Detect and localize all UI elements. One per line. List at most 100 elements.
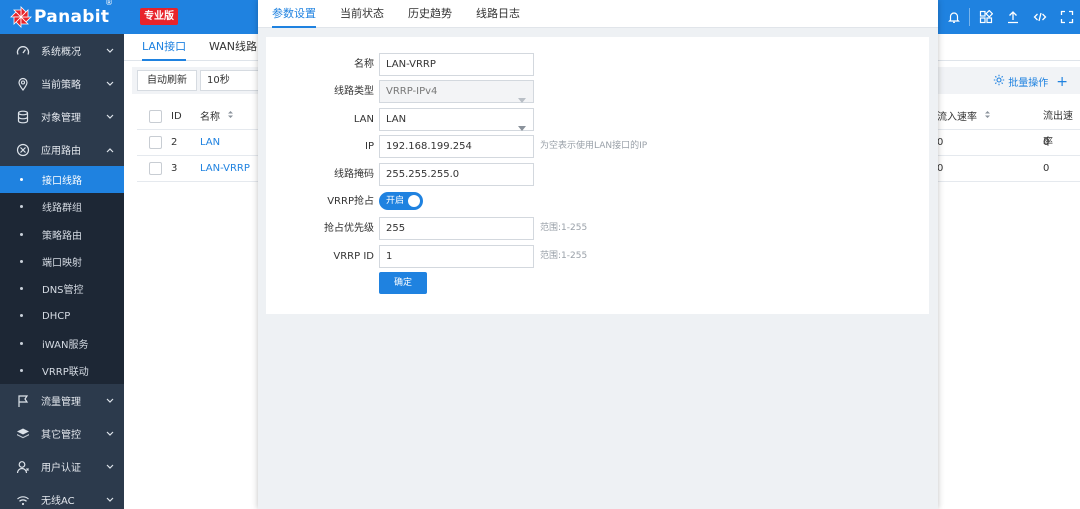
priority-hint: 范围:1-255 bbox=[540, 223, 588, 233]
ip-hint: 为空表示使用LAN接口的IP bbox=[540, 141, 648, 151]
chevron-down-icon bbox=[106, 429, 114, 440]
name-input[interactable]: LAN-VRRP bbox=[379, 53, 534, 76]
tab-history-trend[interactable]: 历史趋势 bbox=[408, 0, 452, 28]
lan-value: LAN bbox=[386, 114, 407, 125]
row-checkbox[interactable] bbox=[149, 136, 162, 149]
vrrp-preempt-toggle[interactable]: 开启 bbox=[379, 192, 423, 210]
batch-operation-button[interactable]: 批量操作 + bbox=[993, 74, 1068, 89]
parameter-form: 名称 LAN-VRRP 线路类型 VRRP-IPv4 LAN LAN IP 19… bbox=[266, 37, 929, 314]
column-header-in-rate-label: 流入速率 bbox=[937, 112, 977, 123]
priority-input[interactable]: 255 bbox=[379, 217, 534, 240]
add-icon[interactable]: + bbox=[1056, 75, 1068, 89]
row-id: 3 bbox=[171, 163, 178, 174]
sidebar-subitem-policy-routing[interactable]: 策略路由 bbox=[0, 221, 124, 248]
fullscreen-icon[interactable] bbox=[1053, 0, 1080, 34]
sidebar-item-label: 其它管控 bbox=[41, 430, 81, 442]
sidebar: 系统概况 当前策略 对象管理 应用路由 接口线路 线路群组 策略路由 端口映射 … bbox=[0, 34, 124, 509]
bell-icon[interactable] bbox=[940, 0, 967, 34]
form-row-line-type: 线路类型 VRRP-IPv4 bbox=[266, 80, 929, 103]
lan-label: LAN bbox=[353, 114, 374, 125]
vrrp-preempt-label: VRRP抢占 bbox=[327, 196, 374, 207]
flag-icon bbox=[15, 393, 31, 409]
row-out-rate: 0 bbox=[1043, 163, 1050, 174]
tab-lan-interface[interactable]: LAN接口 bbox=[142, 34, 187, 61]
tab-wan-line[interactable]: WAN线路 bbox=[209, 34, 257, 61]
sidebar-subitem-dhcp[interactable]: DHCP bbox=[0, 302, 124, 329]
sidebar-item-other-controls[interactable]: 其它管控 bbox=[0, 417, 124, 450]
form-row-name: 名称 LAN-VRRP bbox=[266, 53, 929, 76]
batch-operation-label: 批量操作 bbox=[1008, 78, 1049, 89]
lan-select[interactable]: LAN bbox=[379, 108, 534, 131]
sidebar-subitem-iwan-service[interactable]: iWAN服务 bbox=[0, 330, 124, 357]
form-row-mask: 线路掩码 255.255.255.0 bbox=[266, 163, 929, 186]
vrrp-id-input[interactable]: 1 bbox=[379, 245, 534, 268]
sidebar-subitem-interface-lines[interactable]: 接口线路 bbox=[0, 166, 124, 194]
refresh-interval-select[interactable]: 10秒 bbox=[200, 70, 260, 91]
column-header-in-rate[interactable]: 流入速率 bbox=[937, 104, 991, 130]
auto-refresh-button[interactable]: 自动刷新 bbox=[137, 70, 197, 91]
form-row-priority: 抢占优先级 255 范围:1-255 bbox=[266, 217, 929, 240]
name-label: 名称 bbox=[354, 59, 374, 70]
vrrp-id-hint: 范围:1-255 bbox=[540, 251, 588, 261]
pinwheel-logo-icon bbox=[10, 6, 32, 28]
sidebar-item-label: 应用路由 bbox=[41, 146, 81, 157]
column-header-name[interactable]: 名称 bbox=[200, 104, 234, 130]
sidebar-item-label: 用户认证 bbox=[41, 463, 81, 475]
toggle-knob bbox=[408, 195, 420, 207]
mask-input[interactable]: 255.255.255.0 bbox=[379, 163, 534, 186]
layers-icon bbox=[15, 426, 31, 442]
sidebar-item-current-policy[interactable]: 当前策略 bbox=[0, 67, 124, 100]
column-header-name-label: 名称 bbox=[200, 112, 220, 123]
sidebar-item-overview[interactable]: 系统概况 bbox=[0, 34, 124, 67]
sidebar-item-label: 流量管理 bbox=[41, 397, 81, 409]
sidebar-subitem-line-groups[interactable]: 线路群组 bbox=[0, 193, 124, 220]
vrrp-id-label: VRRP ID bbox=[333, 251, 374, 262]
confirm-button[interactable]: 确定 bbox=[379, 272, 427, 294]
chevron-down-icon bbox=[106, 396, 114, 407]
chevron-down-icon bbox=[106, 112, 114, 123]
sidebar-item-object-management[interactable]: 对象管理 bbox=[0, 100, 124, 133]
apps-grid-icon[interactable] bbox=[972, 0, 999, 34]
location-pin-icon bbox=[15, 76, 31, 92]
row-out-rate: 0 bbox=[1043, 137, 1050, 148]
sidebar-item-label: 对象管理 bbox=[41, 113, 81, 124]
ip-input[interactable]: 192.168.199.254 bbox=[379, 135, 534, 158]
sidebar-subitem-vrrp-link[interactable]: VRRP联动 bbox=[0, 357, 124, 384]
sidebar-item-label: 系统概况 bbox=[41, 47, 81, 58]
sort-icon bbox=[227, 104, 234, 130]
form-row-lan: LAN LAN bbox=[266, 108, 929, 131]
chevron-down-icon bbox=[106, 79, 114, 90]
edition-badge: 专业版 bbox=[140, 8, 178, 25]
select-all-checkbox[interactable] bbox=[149, 110, 162, 123]
sidebar-item-label: 无线AC bbox=[41, 496, 75, 508]
sidebar-item-traffic-management[interactable]: 流量管理 bbox=[0, 384, 124, 417]
column-header-out-rate[interactable]: 流出速率 bbox=[1043, 104, 1080, 148]
row-name-link[interactable]: LAN-VRRP bbox=[200, 156, 250, 182]
chevron-down-icon bbox=[106, 462, 114, 473]
toggle-label: 开启 bbox=[386, 196, 405, 206]
form-row-vrrp-preempt: VRRP抢占 开启 bbox=[266, 190, 929, 213]
chevron-up-icon bbox=[106, 145, 114, 156]
line-edit-modal: 参数设置 当前状态 历史趋势 线路日志 名称 LAN-VRRP 线路类型 VRR… bbox=[258, 0, 938, 509]
tab-current-status[interactable]: 当前状态 bbox=[340, 0, 384, 28]
tab-line-log[interactable]: 线路日志 bbox=[476, 0, 520, 28]
brand-logo[interactable]: Panabit bbox=[10, 6, 109, 28]
wifi-icon bbox=[15, 492, 31, 508]
code-icon[interactable] bbox=[1026, 0, 1053, 34]
priority-label: 抢占优先级 bbox=[324, 223, 374, 234]
form-row-ip: IP 192.168.199.254 为空表示使用LAN接口的IP bbox=[266, 135, 929, 158]
sidebar-item-app-routing[interactable]: 应用路由 bbox=[0, 133, 124, 166]
sidebar-subitem-dns-control[interactable]: DNS管控 bbox=[0, 275, 124, 302]
sidebar-item-user-auth[interactable]: 用户认证 bbox=[0, 450, 124, 483]
upload-icon[interactable] bbox=[999, 0, 1026, 34]
user-icon bbox=[15, 459, 31, 475]
gear-icon bbox=[993, 74, 1005, 89]
sidebar-item-wireless-ac[interactable]: 无线AC bbox=[0, 483, 124, 509]
separator bbox=[969, 8, 970, 26]
row-checkbox[interactable] bbox=[149, 162, 162, 175]
sidebar-item-label: 当前策略 bbox=[41, 80, 81, 91]
tab-parameter-settings[interactable]: 参数设置 bbox=[272, 0, 316, 28]
row-name-link[interactable]: LAN bbox=[200, 130, 220, 156]
line-type-value: VRRP-IPv4 bbox=[386, 86, 438, 97]
sidebar-subitem-port-mapping[interactable]: 端口映射 bbox=[0, 248, 124, 275]
